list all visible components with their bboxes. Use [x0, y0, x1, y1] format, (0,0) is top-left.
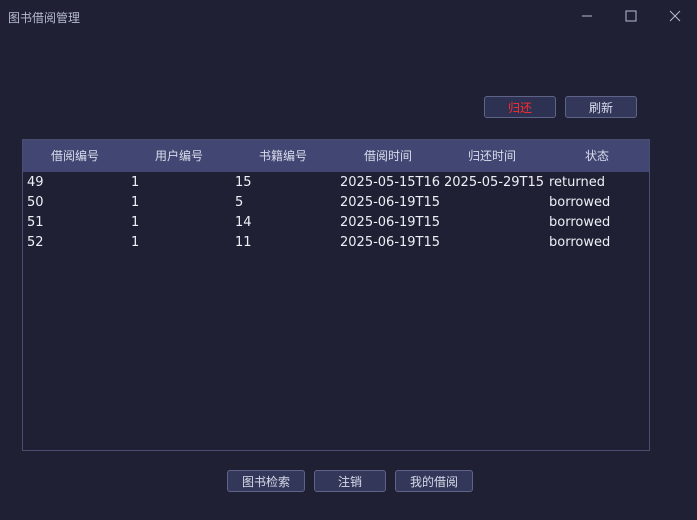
cell-return-time — [440, 193, 544, 213]
cell-book-id: 14 — [235, 215, 252, 230]
cell-return-time — [440, 233, 544, 253]
cell-return-time — [440, 213, 544, 233]
column-header-return-time[interactable]: 归还时间 — [440, 140, 544, 172]
table-header: 借阅编号 用户编号 书籍编号 借阅时间 归还时间 状态 — [23, 140, 649, 172]
column-header-book-id[interactable]: 书籍编号 — [231, 140, 335, 172]
cell-user-id: 1 — [131, 235, 140, 250]
cell-user-id: 1 — [131, 215, 140, 230]
window-title: 图书借阅管理 — [8, 11, 81, 25]
cell-status: borrowed — [549, 235, 611, 250]
table-row[interactable]: 50 1 5 2025-06-19T15... borrowed — [23, 193, 649, 213]
minimize-button[interactable] — [572, 4, 602, 28]
cell-borrow-id: 51 — [27, 215, 44, 230]
cell-return-time: 2025-05-29T15... — [444, 175, 544, 190]
close-button[interactable] — [660, 4, 690, 28]
book-search-button[interactable]: 图书检索 — [227, 470, 305, 492]
cell-status: returned — [549, 175, 605, 190]
borrow-records-table: 借阅编号 用户编号 书籍编号 借阅时间 归还时间 状态 49 1 15 2025… — [22, 139, 650, 451]
cell-book-id: 11 — [235, 235, 252, 250]
column-header-status[interactable]: 状态 — [545, 140, 649, 172]
cell-user-id: 1 — [131, 195, 140, 210]
cell-book-id: 15 — [235, 175, 252, 190]
cell-borrow-time: 2025-06-19T15... — [340, 195, 440, 210]
cell-borrow-id: 49 — [27, 175, 44, 190]
column-header-borrow-time[interactable]: 借阅时间 — [336, 140, 440, 172]
title-bar: 图书借阅管理 — [0, 0, 697, 34]
cell-borrow-id: 52 — [27, 235, 44, 250]
table-row[interactable]: 49 1 15 2025-05-15T16... 2025-05-29T15..… — [23, 173, 649, 193]
column-header-borrow-id[interactable]: 借阅编号 — [23, 140, 127, 172]
cell-book-id: 5 — [235, 195, 244, 210]
column-header-user-id[interactable]: 用户编号 — [127, 140, 231, 172]
minimize-icon — [582, 15, 592, 17]
close-icon — [669, 10, 681, 22]
logout-button[interactable]: 注销 — [314, 470, 386, 492]
table-row[interactable]: 51 1 14 2025-06-19T15... borrowed — [23, 213, 649, 233]
refresh-button[interactable]: 刷新 — [565, 96, 637, 118]
maximize-button[interactable] — [616, 4, 646, 28]
maximize-icon — [625, 10, 637, 22]
cell-borrow-time: 2025-05-15T16... — [340, 175, 440, 190]
cell-borrow-time: 2025-06-19T15... — [340, 215, 440, 230]
cell-user-id: 1 — [131, 175, 140, 190]
return-button[interactable]: 归还 — [484, 96, 556, 118]
table-row[interactable]: 52 1 11 2025-06-19T15... borrowed — [23, 233, 649, 253]
table-body: 49 1 15 2025-05-15T16... 2025-05-29T15..… — [23, 173, 649, 253]
my-borrow-button[interactable]: 我的借阅 — [395, 470, 473, 492]
cell-status: borrowed — [549, 215, 611, 230]
cell-borrow-time: 2025-06-19T15... — [340, 235, 440, 250]
cell-status: borrowed — [549, 195, 611, 210]
cell-borrow-id: 50 — [27, 195, 44, 210]
